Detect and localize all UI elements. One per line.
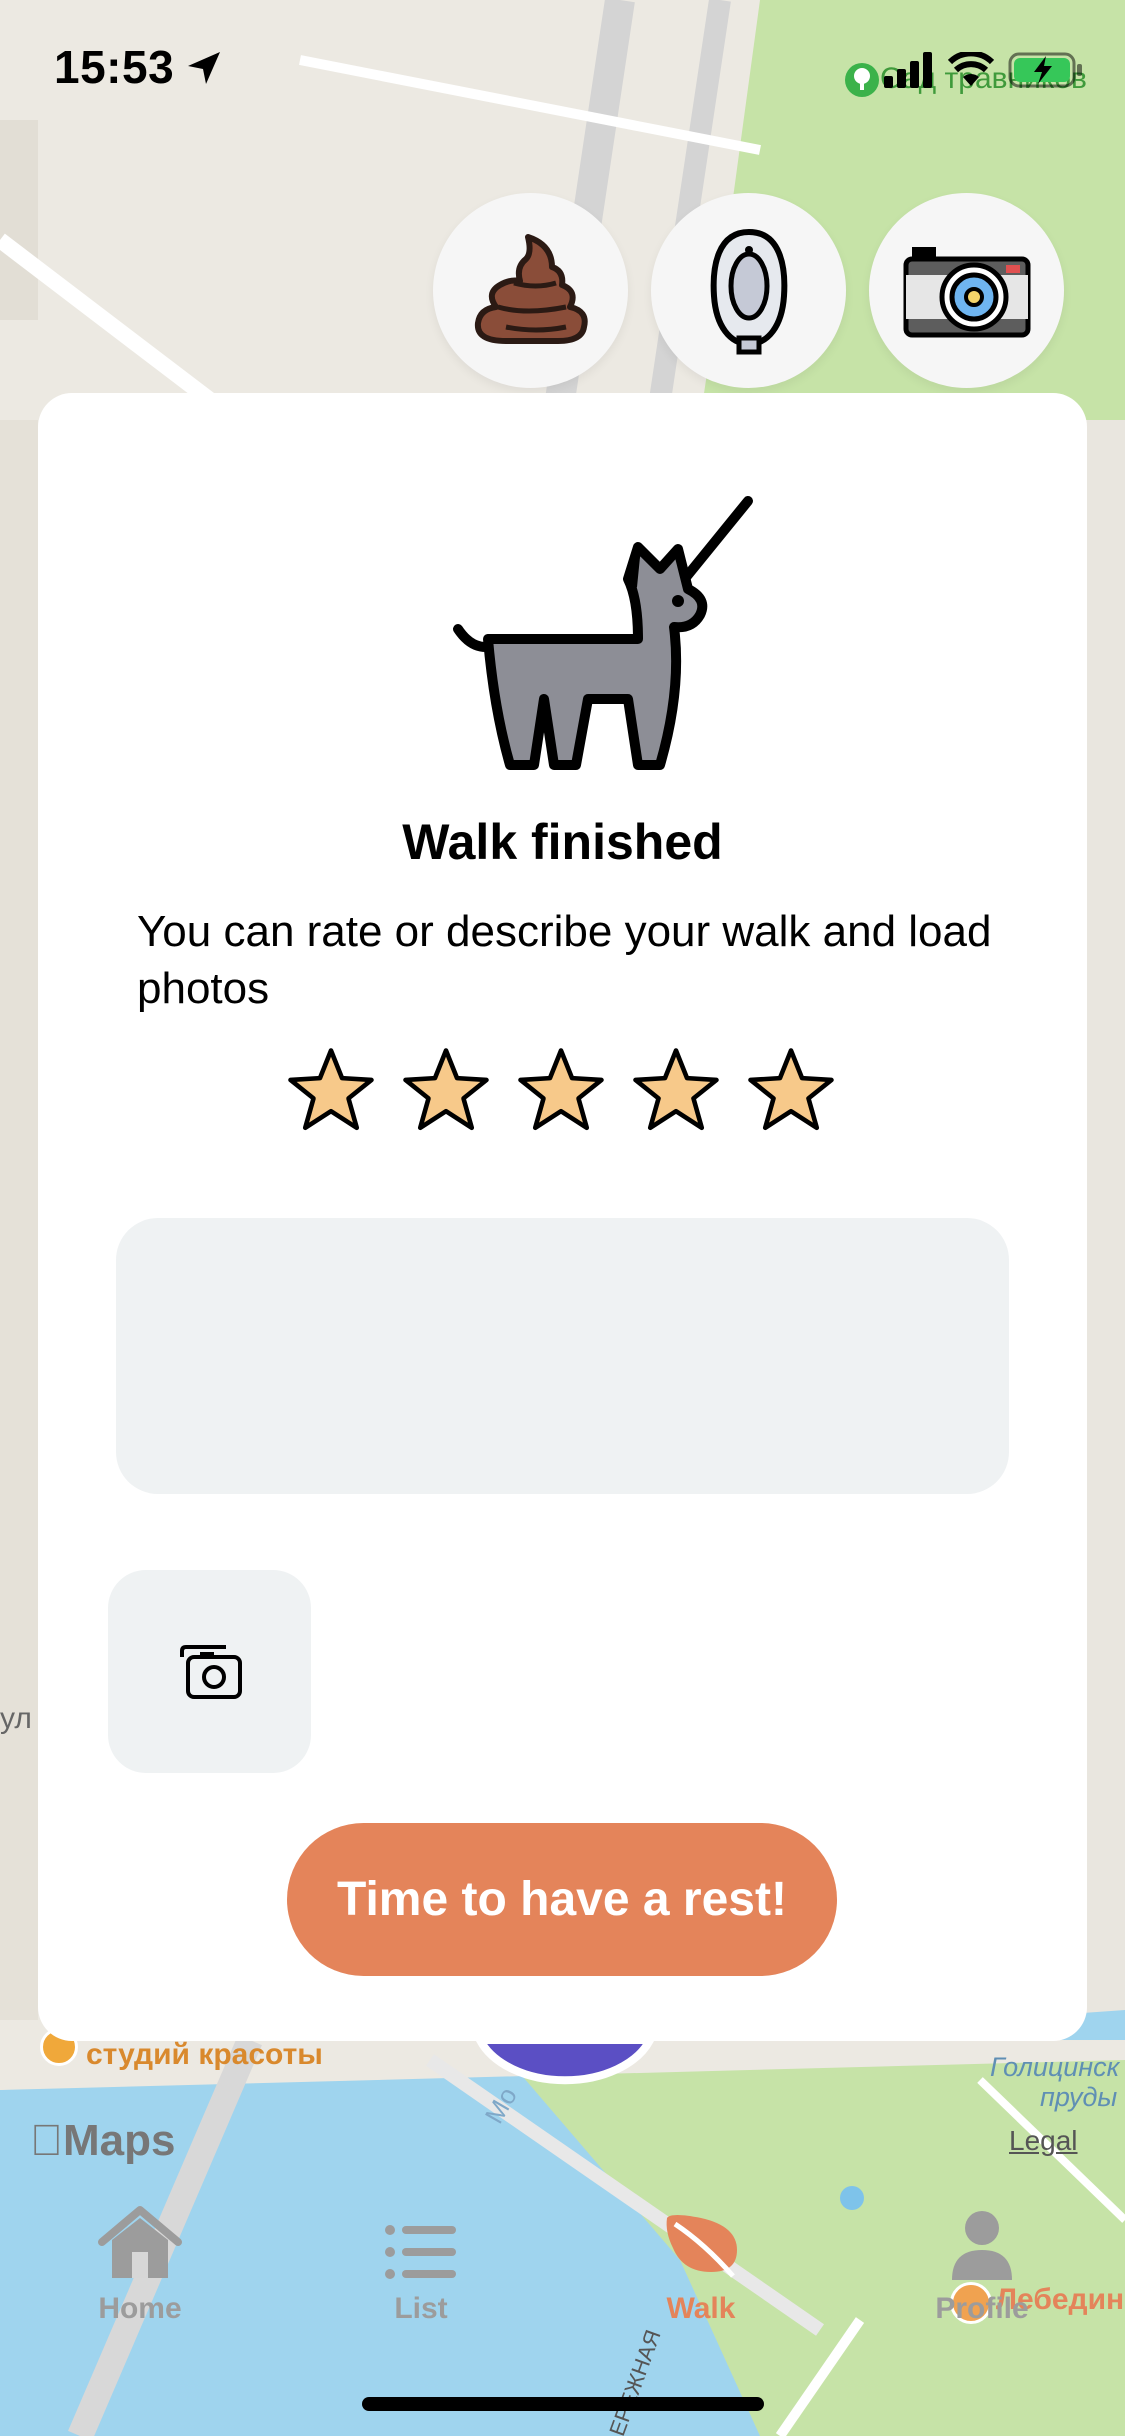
star-icon[interactable] [630, 1045, 722, 1137]
apple-logo-icon:  [30, 2116, 63, 2165]
status-time: 15:53 [54, 41, 175, 93]
add-photo-button[interactable] [108, 1570, 311, 1773]
photos-icon [179, 1644, 242, 1699]
map-label-ponds: Голицинск [990, 2052, 1120, 2082]
rest-button[interactable]: Time to have a rest! [287, 1823, 837, 1976]
tab-home-label: Home [98, 2292, 182, 2325]
poop-icon [474, 233, 588, 344]
tree-icon [845, 63, 879, 97]
rating-stars[interactable] [285, 1045, 837, 1137]
tab-profile[interactable]: Profile [892, 2200, 1072, 2326]
list-icon [385, 2225, 456, 2279]
tab-walk-label: Walk [666, 2292, 736, 2325]
photo-action-button[interactable] [869, 193, 1064, 388]
tab-list-label: List [394, 2292, 448, 2325]
home-icon [98, 2206, 182, 2278]
maps-brand-text: Maps [30, 2116, 175, 2165]
map-label-beauty: студий красоты [86, 2038, 323, 2071]
poop-action-button[interactable] [433, 193, 628, 388]
urinal-icon [710, 228, 787, 354]
star-icon[interactable] [745, 1045, 837, 1137]
walk-finished-subtitle: You can rate or describe your walk and l… [137, 907, 992, 1013]
star-icon[interactable] [515, 1045, 607, 1137]
cellular-signal-icon [884, 52, 932, 88]
walk-finished-title: Walk finished [402, 814, 723, 870]
tab-home[interactable]: Home [50, 2200, 230, 2326]
battery-charging-icon [1008, 52, 1082, 88]
walk-finished-card: Walk finished You can rate or describe y… [38, 393, 1087, 2041]
tab-list[interactable]: List [331, 2200, 511, 2326]
person-icon [952, 2211, 1012, 2280]
walk-description-input[interactable] [116, 1218, 1009, 1494]
home-indicator[interactable] [362, 2397, 764, 2411]
map-label-street-3: ул [0, 1702, 32, 1735]
star-icon[interactable] [400, 1045, 492, 1137]
legal-link[interactable]: Legal [1009, 2125, 1078, 2157]
apple-maps-logo: Maps [30, 2116, 175, 2166]
pee-action-button[interactable] [651, 193, 846, 388]
star-icon[interactable] [285, 1045, 377, 1137]
wifi-icon [948, 52, 994, 86]
tab-walk[interactable]: Walk [611, 2200, 791, 2326]
location-arrow-icon [188, 52, 220, 84]
map-label-ponds-2: пруды [1040, 2082, 1118, 2112]
tab-profile-label: Profile [935, 2292, 1029, 2325]
camera-icon [903, 246, 1030, 337]
dog-on-leash-icon [453, 496, 753, 770]
leaf-icon [666, 2215, 737, 2278]
